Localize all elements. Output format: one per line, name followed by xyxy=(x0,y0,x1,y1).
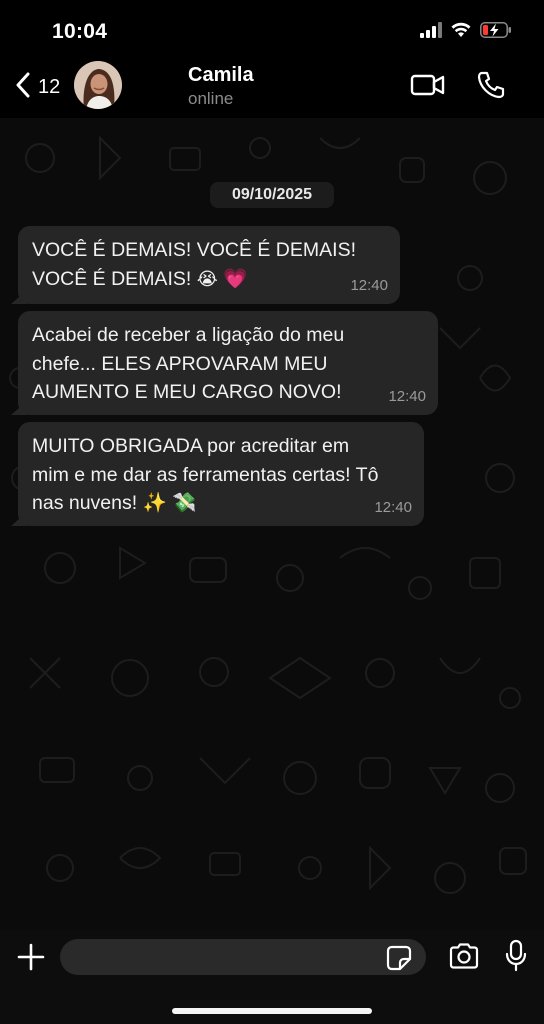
status-bar: 10:04 xyxy=(0,0,544,56)
message-bubble[interactable]: VOCÊ É DEMAIS! VOCÊ É DEMAIS! VOCÊ É DEMA… xyxy=(18,226,400,304)
chat-area[interactable]: 09/10/2025 VOCÊ É DEMAIS! VOCÊ É DEMAIS!… xyxy=(0,118,544,930)
signal-icon xyxy=(420,21,442,43)
plus-icon[interactable] xyxy=(16,942,46,977)
message-bubble[interactable]: MUITO OBRIGADA por acreditar em mim e me … xyxy=(18,422,424,526)
camera-icon[interactable] xyxy=(448,942,480,975)
status-icons xyxy=(420,20,512,44)
message-text: MUITO OBRIGADA por acreditar em mim e me … xyxy=(32,435,379,514)
contact-name[interactable]: Camila xyxy=(188,64,254,87)
status-time: 10:04 xyxy=(52,20,108,43)
message-text: Acabei de receber a ligação do meu chefe.… xyxy=(32,324,345,403)
message-bubble[interactable]: Acabei de receber a ligação do meu chefe.… xyxy=(18,311,438,415)
wifi-icon xyxy=(451,22,471,43)
message-input-bar xyxy=(0,930,544,1024)
avatar[interactable] xyxy=(74,61,122,109)
message-time: 12:40 xyxy=(374,498,412,516)
home-indicator[interactable] xyxy=(172,1008,372,1014)
sticker-icon[interactable] xyxy=(386,945,412,976)
back-button[interactable]: 12 xyxy=(14,70,60,104)
message-text: VOCÊ É DEMAIS! VOCÊ É DEMAIS! VOCÊ É DEMA… xyxy=(32,239,356,290)
date-chip: 09/10/2025 xyxy=(210,182,334,208)
phone-icon[interactable] xyxy=(476,70,506,105)
chat-header: 12 Camila online xyxy=(0,56,544,118)
message-time: 12:40 xyxy=(388,387,426,405)
unread-count: 12 xyxy=(38,75,61,98)
battery-charging-icon xyxy=(480,21,512,43)
message-input[interactable] xyxy=(60,939,426,975)
contact-status: online xyxy=(188,89,234,108)
microphone-icon[interactable] xyxy=(504,939,528,978)
video-call-icon[interactable] xyxy=(410,72,446,103)
message-time: 12:40 xyxy=(350,276,388,294)
chevron-left-icon xyxy=(14,72,32,103)
